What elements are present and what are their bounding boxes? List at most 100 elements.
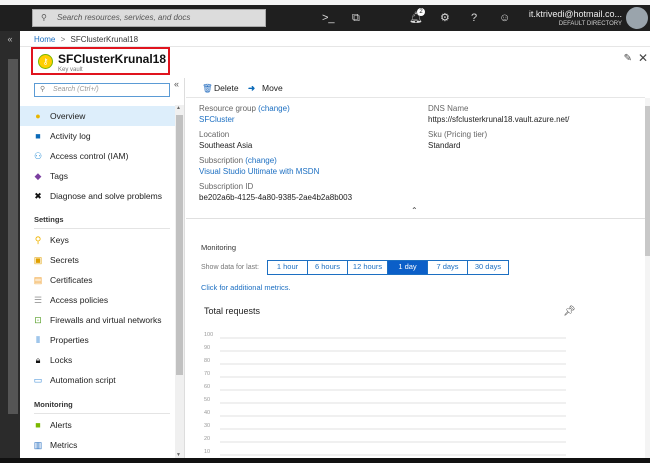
subscription-id-label: Subscription ID <box>199 182 254 191</box>
essentials-panel: Resource group (change) SFCluster Locati… <box>186 98 645 219</box>
monitoring-title: Monitoring <box>201 243 237 252</box>
menu-item-secrets[interactable]: ▣ Secrets <box>20 250 175 270</box>
pin-icon[interactable]: ✎ <box>624 53 632 64</box>
key-vault-icon: ● <box>35 111 41 121</box>
resource-title-highlight: ⚷ SFClusterKrunal18 Key vault <box>31 47 170 75</box>
menu-label: Firewalls and virtual networks <box>50 315 162 325</box>
menu-label: Access control (IAM) <box>50 151 129 161</box>
range-30-days[interactable]: 30 days <box>468 261 508 274</box>
menu-item-access-control[interactable]: ⚇ Access control (IAM) <box>20 146 175 166</box>
total-requests-chart: 100 90 80 70 60 50 40 30 20 10 <box>204 332 566 456</box>
feedback-smiley-icon[interactable]: ☺ <box>499 11 510 25</box>
breadcrumb: Home > SFClusterKrunal18 <box>34 35 138 44</box>
scrollbar-thumb[interactable] <box>645 106 650 256</box>
menu-item-metrics[interactable]: ▥ Metrics <box>20 435 175 455</box>
menu-label: Metrics <box>50 440 78 450</box>
portal-nav-scrollbar[interactable] <box>8 59 18 414</box>
search-placeholder: Search resources, services, and docs <box>57 13 191 22</box>
menu-item-locks[interactable]: 🔒︎ Locks <box>20 350 175 370</box>
user-account[interactable]: it.ktrivedi@hotmail.co... DEFAULT DIRECT… <box>529 9 622 27</box>
sku-value: Standard <box>428 141 461 150</box>
resource-group-label: Resource group (change) <box>199 104 290 113</box>
tag-icon: ◆ <box>34 171 42 181</box>
menu-item-alerts[interactable]: ■ Alerts <box>20 415 175 435</box>
metrics-icon: ▥ <box>33 440 43 450</box>
blade-header: ⚷ SFClusterKrunal18 Key vault ✎ ✕ <box>20 46 650 78</box>
menu-item-keys[interactable]: ⚲ Keys <box>20 230 175 250</box>
section-header-settings: Settings <box>34 215 170 229</box>
certificate-icon: ▤ <box>33 275 43 285</box>
command-bar: 🗑︎ Delete ➜ Move <box>186 78 645 98</box>
y-tick-label: 50 <box>204 397 210 403</box>
range-12-hours[interactable]: 12 hours <box>348 261 388 274</box>
y-tick-label: 100 <box>204 332 213 338</box>
menu-item-tags[interactable]: ◆ Tags <box>20 166 175 186</box>
menu-item-access-policies[interactable]: ☰ Access policies <box>20 290 175 310</box>
close-icon[interactable]: ✕ <box>638 51 648 65</box>
search-icon: ⚲ <box>40 86 46 93</box>
breadcrumb-current: SFClusterKrunal18 <box>70 35 139 44</box>
trash-icon: 🗑︎ <box>202 83 213 93</box>
properties-icon: ⫴ <box>36 335 40 345</box>
menu-item-overview[interactable]: ● Overview <box>20 106 175 126</box>
additional-metrics-link[interactable]: Click for additional metrics. <box>201 283 291 292</box>
range-1-day[interactable]: 1 day <box>388 261 428 274</box>
scrollbar-thumb[interactable] <box>176 115 183 375</box>
global-search-input[interactable]: ⚲ Search resources, services, and docs <box>32 9 266 27</box>
avatar[interactable] <box>626 7 648 29</box>
search-icon: ⚲ <box>41 13 47 22</box>
menu-label: Alerts <box>50 420 72 430</box>
monitor-icon: ▭ <box>33 375 43 385</box>
notification-badge: 2 <box>417 8 425 16</box>
settings-icon[interactable]: ⚙ <box>440 11 450 25</box>
chart-title: Total requests <box>204 306 261 316</box>
pin-chart-icon[interactable]: 📌︎ <box>563 306 576 317</box>
menu-label: Keys <box>50 235 69 245</box>
menu-label: Automation script <box>50 375 116 385</box>
section-header-monitoring: Monitoring <box>34 400 170 414</box>
change-resource-group-link[interactable]: (change) <box>258 104 290 113</box>
subscription-link[interactable]: Visual Studio Ultimate with MSDN <box>199 167 319 176</box>
secret-icon: ▣ <box>33 255 43 265</box>
menu-item-firewalls[interactable]: ⊡ Firewalls and virtual networks <box>20 310 175 330</box>
menu-item-activity-log[interactable]: ■ Activity log <box>20 126 175 146</box>
menu-scrollbar[interactable]: ▲ ▼ <box>175 105 184 458</box>
overview-content: 🗑︎ Delete ➜ Move Resource group (change)… <box>186 78 645 458</box>
breadcrumb-home[interactable]: Home <box>34 35 55 44</box>
change-subscription-link[interactable]: (change) <box>245 156 277 165</box>
menu-label: Locks <box>50 355 73 365</box>
range-6-hours[interactable]: 6 hours <box>308 261 348 274</box>
directory-filter-icon[interactable]: ⧉ <box>352 11 360 25</box>
delete-button[interactable]: Delete <box>214 78 239 98</box>
menu-search-input[interactable]: ⚲ Search (Ctrl+/) <box>34 83 170 97</box>
menu-label: Properties <box>50 335 89 345</box>
menu-item-certificates[interactable]: ▤ Certificates <box>20 270 175 290</box>
taskbar-edge <box>0 458 650 463</box>
cloud-shell-icon[interactable]: >_ <box>322 11 335 25</box>
menu-item-properties[interactable]: ⫴ Properties <box>20 330 175 350</box>
breadcrumb-separator: > <box>60 35 66 44</box>
y-tick-label: 30 <box>204 423 210 429</box>
collapse-menu-icon[interactable]: « <box>174 79 179 89</box>
y-tick-label: 70 <box>204 371 210 377</box>
resource-type: Key vault <box>58 67 83 73</box>
resource-group-link[interactable]: SFCluster <box>199 115 235 124</box>
help-icon[interactable]: ? <box>471 11 477 25</box>
scroll-up-icon[interactable]: ▲ <box>176 105 181 111</box>
y-tick-label: 90 <box>204 345 210 351</box>
user-directory: DEFAULT DIRECTORY <box>558 21 622 27</box>
expand-nav-icon[interactable]: « <box>7 34 12 44</box>
firewall-icon: ⊡ <box>34 315 42 325</box>
lock-icon: 🔒︎ <box>35 355 41 365</box>
collapse-essentials-icon[interactable]: ⌃ <box>411 206 418 215</box>
move-button[interactable]: Move <box>262 78 283 98</box>
range-1-hour[interactable]: 1 hour <box>268 261 308 274</box>
range-7-days[interactable]: 7 days <box>428 261 468 274</box>
menu-label: Secrets <box>50 255 79 265</box>
content-scrollbar[interactable] <box>645 98 650 458</box>
search-placeholder: Search (Ctrl+/) <box>53 86 99 93</box>
menu-item-diagnose[interactable]: ✖ Diagnose and solve problems <box>20 186 175 206</box>
menu-item-automation-script[interactable]: ▭ Automation script <box>20 370 175 390</box>
y-tick-label: 60 <box>204 384 210 390</box>
user-email: it.ktrivedi@hotmail.co... <box>528 9 622 19</box>
